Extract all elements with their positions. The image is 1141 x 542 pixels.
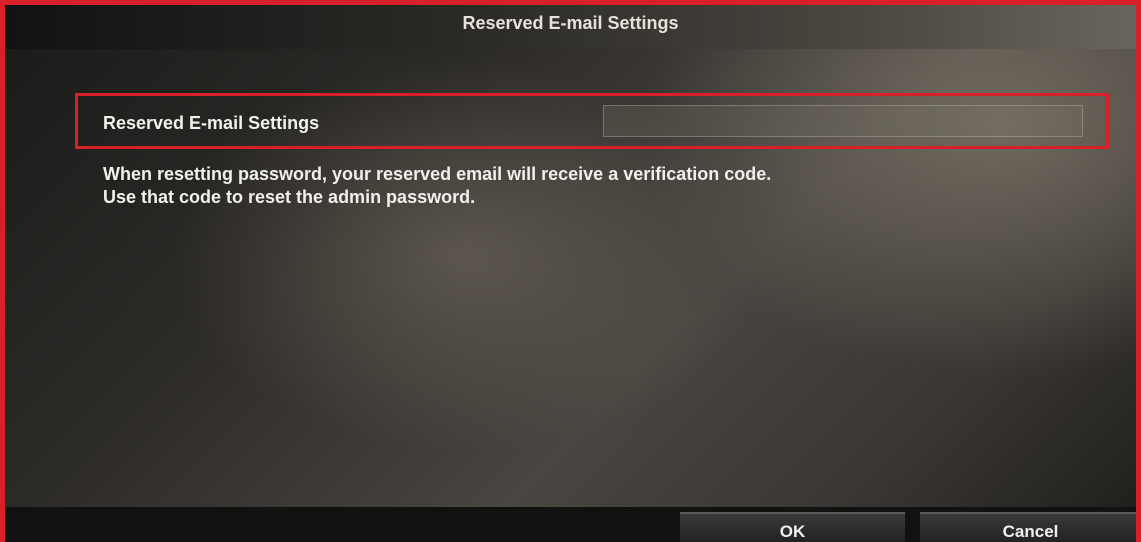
reserved-email-label: Reserved E-mail Settings xyxy=(103,113,320,133)
ok-button[interactable]: OK xyxy=(680,512,905,542)
reserved-email-input[interactable] xyxy=(603,105,1083,137)
email-settings-dialog: Reserved E-mail Settings Reserved E-mail… xyxy=(0,0,1141,542)
info-line-1: When resetting password, your reserved e… xyxy=(103,164,772,184)
reserved-email-setting-row: Reserved E-mail Settings xyxy=(75,93,1109,149)
info-line-2: Use that code to reset the admin passwor… xyxy=(103,187,476,207)
dialog-title: Reserved E-mail Settings xyxy=(462,13,679,33)
cancel-button[interactable]: Cancel xyxy=(920,512,1136,542)
info-text: When resetting password, your reserved e… xyxy=(103,163,1093,209)
title-bar: Reserved E-mail Settings xyxy=(5,5,1136,49)
